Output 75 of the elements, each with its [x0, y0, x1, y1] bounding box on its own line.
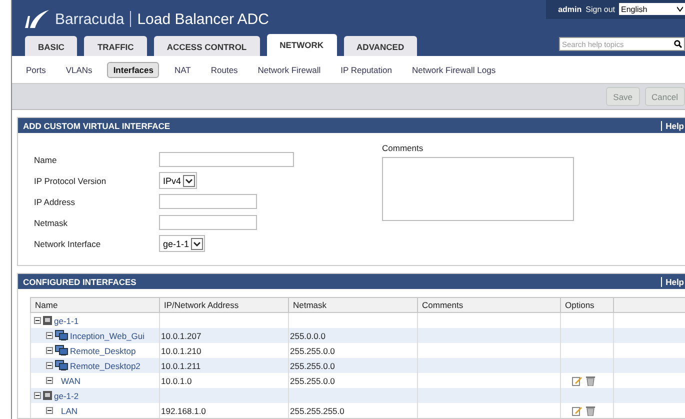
collapse-icon[interactable] — [46, 347, 53, 354]
collapse-icon[interactable] — [46, 332, 53, 339]
section-title: ADD CUSTOM VIRTUAL INTERFACE — [22, 120, 170, 130]
column-header: IP/Network Address — [160, 298, 288, 312]
interface-name[interactable]: ge-1-1 — [54, 316, 79, 326]
interface-name[interactable]: WAN — [61, 376, 81, 386]
product-title: Load Balancer ADC — [137, 10, 269, 28]
column-header: Options — [560, 298, 614, 312]
help-link[interactable]: Help — [660, 120, 685, 130]
search-icon[interactable] — [674, 40, 682, 48]
caret-icon — [677, 6, 683, 12]
logo-icon — [25, 10, 49, 28]
subnav-link[interactable]: IP Reputation — [336, 62, 397, 76]
table-cell: 255.255.0.0 — [290, 346, 335, 356]
user-name: admin — [558, 4, 582, 14]
subnav-link[interactable]: NAT — [169, 62, 196, 76]
table-cell: 255.255.255.0 — [290, 406, 344, 416]
column-header: Comments — [418, 298, 560, 312]
delete-icon[interactable] — [586, 376, 595, 386]
field-label: Name — [34, 154, 58, 164]
help-link[interactable]: Help — [660, 276, 685, 286]
nav-tab[interactable]: BASIC — [25, 36, 78, 56]
nav-tab[interactable]: ACCESS CONTROL — [154, 36, 260, 56]
nav-tab[interactable]: NETWORK — [266, 34, 337, 56]
network-port-icon — [43, 316, 52, 325]
subnav-link[interactable]: Ports — [21, 62, 51, 76]
monitors-icon — [55, 360, 68, 371]
table-cell: 255.255.0.0 — [290, 360, 335, 370]
field-label: IP Address — [34, 196, 76, 206]
collapse-icon[interactable] — [34, 392, 41, 399]
section-title: CONFIGURED INTERFACES — [22, 276, 136, 286]
table-cell: 255.255.0.0 — [290, 376, 335, 386]
input-field[interactable] — [159, 194, 257, 209]
collapse-icon[interactable] — [34, 317, 41, 324]
edit-icon[interactable] — [572, 406, 582, 416]
column-header: Netmask — [288, 298, 418, 312]
input-field[interactable] — [159, 215, 257, 230]
column-header: Name — [30, 298, 160, 312]
collapse-icon[interactable] — [46, 407, 53, 414]
interface-name[interactable]: ge-1-2 — [54, 390, 79, 400]
field-label: Network Interface — [34, 238, 102, 248]
field-label: IP Protocol Version — [34, 176, 108, 186]
interface-name[interactable]: LAN — [61, 406, 78, 416]
subnav-link[interactable]: Interfaces — [107, 62, 160, 78]
comments-field[interactable] — [382, 157, 574, 221]
table-cell: 255.0.0.0 — [290, 330, 326, 340]
table-cell: 10.0.1.211 — [161, 360, 201, 370]
collapse-icon[interactable] — [46, 362, 53, 369]
field-label: Netmask — [34, 218, 69, 228]
field-label: Comments — [382, 143, 424, 153]
subnav-link[interactable]: Network Firewall — [252, 62, 326, 76]
table-cell: 10.0.1.207 — [161, 330, 202, 340]
table-cell: 10.0.1.210 — [161, 346, 202, 356]
monitors-icon — [55, 345, 68, 356]
dropdown[interactable]: ge-1-1 — [159, 235, 206, 252]
monitors-icon — [55, 330, 68, 341]
caret-icon — [191, 238, 204, 250]
delete-icon[interactable] — [586, 406, 595, 416]
language-select[interactable]: English — [619, 3, 685, 15]
sign-out-link[interactable]: Sign out — [586, 4, 615, 14]
caret-icon — [183, 174, 196, 186]
table-cell: 10.0.1.0 — [161, 376, 192, 386]
dropdown[interactable]: IPv4 — [159, 172, 198, 189]
subnav-link[interactable]: Routes — [206, 62, 243, 76]
input-field[interactable] — [159, 152, 294, 167]
interface-name[interactable]: Remote_Desktop — [70, 346, 136, 356]
subnav-link[interactable]: VLANs — [60, 62, 98, 76]
collapse-icon[interactable] — [46, 377, 53, 384]
network-port-icon — [43, 391, 52, 400]
edit-icon[interactable] — [572, 376, 582, 386]
brand-name: Barracuda — [55, 10, 124, 28]
nav-tab[interactable]: ADVANCED — [344, 36, 418, 56]
subnav-link[interactable]: Network Firewall Logs — [406, 62, 501, 76]
nav-tab[interactable]: TRAFFIC — [84, 36, 147, 56]
table-cell: 192.168.1.0 — [161, 406, 206, 416]
